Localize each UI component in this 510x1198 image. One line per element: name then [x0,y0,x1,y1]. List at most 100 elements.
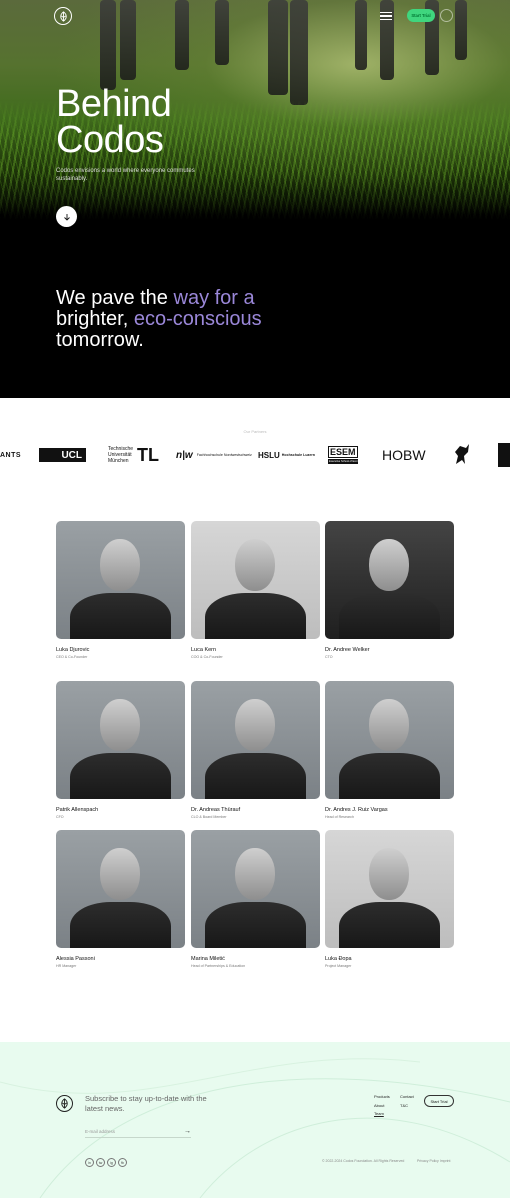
tum-mark: TL [137,444,160,465]
codos-logo-icon[interactable] [54,7,72,25]
partner-logo-bull[interactable] [452,438,472,472]
footer-link-contact[interactable]: Contact [400,1094,414,1099]
hero-section: Start Trial Behind Codos Codos envisions… [0,0,510,398]
member-photo [191,830,320,948]
member-name: Alessia Passoni [56,956,95,962]
footer-link-about[interactable]: About [374,1103,384,1108]
member-photo [191,521,320,639]
member-role: Head of Research [325,815,354,819]
partner-logo[interactable]: UCL [39,438,86,472]
menu-icon[interactable] [380,12,392,20]
footer-link-products[interactable]: Products [374,1094,390,1099]
hslu-sub: Hochschule Luzern [281,452,315,457]
footer-link-tc[interactable]: T&C [400,1103,408,1108]
member-photo [56,681,185,799]
member-role: Project Manager [325,964,352,968]
runner-legs [100,0,116,90]
member-role: CEO & Co-Founder [56,655,88,659]
arrow-right-icon[interactable]: → [184,1128,191,1135]
bull-icon [455,444,469,464]
team-member-card[interactable]: Dr. Andreas Thürauf CLO & Board Member [191,681,320,819]
twitter-icon[interactable]: tw [96,1158,105,1167]
member-role: HR Manager [56,964,77,968]
member-photo [325,521,454,639]
member-role: CFO [56,815,64,819]
member-name: Dr. Andreas Thürauf [191,807,241,813]
facebook-icon[interactable]: fb [118,1158,127,1167]
partner-logo[interactable]: n|w Fachhochschule Nordwestschweiz [176,438,252,472]
runner-legs [120,0,136,80]
partner-logo[interactable]: Technische Universität München TL [108,438,159,472]
subscribe-text: Subscribe to stay up-to-date with the la… [85,1094,207,1113]
partner-logo[interactable]: ANTS [0,438,21,472]
partner-logo[interactable]: HSLU Hochschule Luzern [258,438,315,472]
member-photo [325,681,454,799]
start-trial-button[interactable]: Start Trial [407,9,435,22]
mission-tagline: We pave the way for a brighter, eco-cons… [56,288,316,351]
team-member-card[interactable]: Luka Đopa Project Manager [325,830,454,968]
member-photo [191,681,320,799]
instagram-icon[interactable]: ig [107,1158,116,1167]
arrow-down-icon [63,213,70,221]
runner-legs [455,0,467,60]
tagline-text: We pave the [56,287,168,309]
footer-link-team[interactable]: Team [374,1111,384,1116]
member-role: COO & Co-Founder [191,655,223,659]
runner-legs [215,0,229,65]
member-name: Luca Kern [191,647,217,653]
member-photo [56,521,185,639]
team-member-card[interactable]: Alessia Passoni HR Manager [56,830,185,968]
hero-title-line2: Codos [56,119,164,161]
team-member-card[interactable]: Marina Miletić Head of Partnerships & Ed… [191,830,320,968]
member-name: Patrik Allenspach [56,807,99,813]
hero-title: Behind Codos [56,85,172,161]
team-member-card[interactable]: Dr. Andres J. Ruiz Vargas Head of Resear… [325,681,454,819]
member-role: CTO [325,655,333,659]
tum-text: Technische Universität München [108,446,133,464]
footer-decoration [0,1058,510,1198]
member-name: Dr. Andres J. Ruiz Vargas [325,807,388,813]
member-photo [325,830,454,948]
fhnw-sub: Fachhochschule Nordwestschweiz [196,452,252,457]
fhnw-mark: n|w [176,449,193,461]
tagline-text: tomorrow. [56,329,144,351]
esem-sub: Executive School of Economics and Manage… [328,458,387,465]
member-name: Luka Djurovic [56,647,90,653]
email-field[interactable]: E-mail address → [85,1126,191,1138]
emblem-icon [498,443,510,467]
ucl-logo: UCL [39,448,86,462]
legal-links[interactable]: Privacy Policy Imprint [417,1159,450,1163]
runner-legs [355,0,367,70]
tagline-text: brighter, [56,308,129,330]
member-name: Luka Đopa [325,956,352,962]
esem-mark: ESEM [328,445,358,458]
runner-legs [175,0,189,70]
email-placeholder: E-mail address [85,1129,116,1134]
hslu-mark: HSLU [258,450,280,460]
language-icon[interactable] [440,9,453,22]
team-member-card[interactable]: Dr. Andree Welker CTO [325,521,454,659]
partner-logo-emblem[interactable] [498,438,510,472]
footer-start-trial-button[interactable]: Start Trial [424,1095,454,1107]
codos-logo-icon[interactable] [56,1095,73,1112]
partners-label: Our Partners [243,429,267,434]
copyright: © 2022-2024 Codos Foundation. All Rights… [322,1159,405,1163]
runner-legs [290,0,308,105]
team-member-card[interactable]: Luca Kern COO & Co-Founder [191,521,320,659]
partner-logo[interactable]: HOBW [382,438,426,472]
footer: Subscribe to stay up-to-date with the la… [0,1042,510,1198]
runner-legs [268,0,288,95]
partner-logo[interactable]: ESEM Executive School of Economics and M… [328,438,387,472]
linkedin-icon[interactable]: in [85,1158,94,1167]
tum-line: München [108,458,129,464]
member-name: Marina Miletić [191,956,225,962]
tagline-accent: way for a [173,287,255,309]
member-name: Dr. Andree Welker [325,647,370,653]
team-member-card[interactable]: Patrik Allenspach CFO [56,681,185,819]
partners-strip: ANTS UCL Technische Universität München … [0,438,510,472]
member-role: CLO & Board Member [191,815,227,819]
member-role: Head of Partnerships & Education [191,964,246,968]
team-member-card[interactable]: Luka Djurovic CEO & Co-Founder [56,521,185,659]
tagline-accent: eco-conscious [133,308,262,330]
scroll-down-button[interactable] [56,206,77,227]
